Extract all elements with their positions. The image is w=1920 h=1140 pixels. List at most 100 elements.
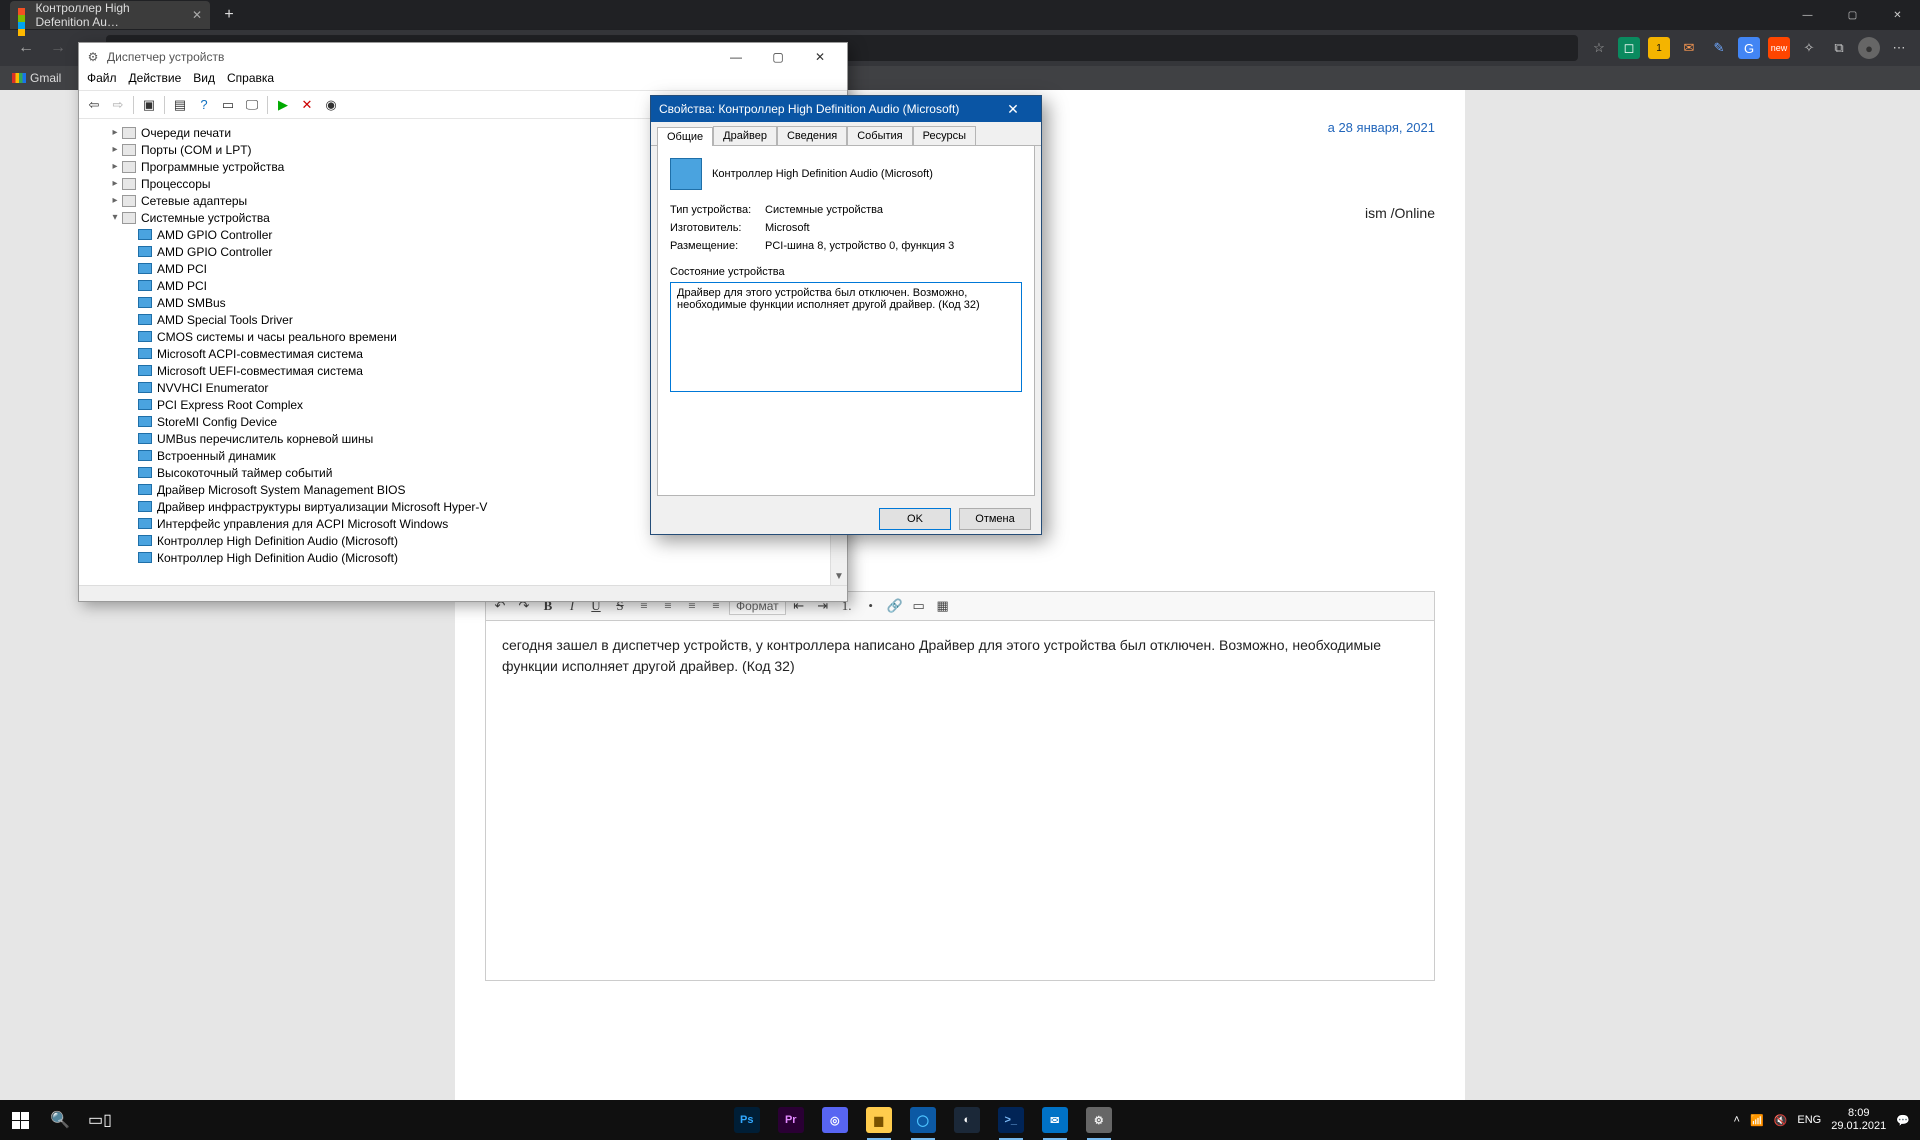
tb-forward-icon[interactable]: ⇨ [107,94,129,116]
dm-close-button[interactable]: ✕ [799,46,841,68]
manufacturer-label: Изготовитель: [670,222,765,234]
menu-help[interactable]: Справка [227,71,274,90]
link-button[interactable]: 🔗 [884,595,906,617]
favorite-star-icon[interactable]: ☆ [1588,37,1610,59]
expander-icon[interactable]: ▸ [109,178,121,189]
mail-icon[interactable]: ✉ [1035,1100,1075,1140]
device-label: Интерфейс управления для ACPI Microsoft … [157,517,448,531]
prop-titlebar[interactable]: Свойства: Контроллер High Definition Aud… [651,96,1041,122]
device-icon [137,415,153,429]
expander-icon[interactable]: ▸ [109,161,121,172]
tb-help-icon[interactable]: ? [193,94,215,116]
table-button[interactable]: ▦ [932,595,954,617]
ext-icon-4[interactable]: ✎ [1708,37,1730,59]
tb-update-icon[interactable]: ◉ [320,94,342,116]
device-icon [137,500,153,514]
device-status-textarea[interactable]: Драйвер для этого устройства был отключе… [670,282,1022,392]
start-button[interactable] [8,1108,32,1132]
device-icon [137,228,153,242]
dm-titlebar[interactable]: ⚙ Диспетчер устройств — ▢ ✕ [79,43,847,71]
cancel-button[interactable]: Отмена [959,508,1031,530]
menu-icon[interactable]: ⋯ [1888,37,1910,59]
browser-close-button[interactable]: ✕ [1875,0,1920,30]
tb-properties-icon[interactable]: ▤ [169,94,191,116]
tb-disable-icon[interactable]: ✕ [296,94,318,116]
unordered-list-button[interactable]: • [860,595,882,617]
device-label: Высокоточный таймер событий [157,466,332,480]
devmgr-icon[interactable]: ⚙ [1079,1100,1119,1140]
tree-device[interactable]: Контроллер High Definition Audio (Micros… [79,549,847,566]
expander-icon[interactable]: ▸ [109,195,121,206]
collections-icon[interactable]: ⧉ [1828,37,1850,59]
tb-show-hide-icon[interactable]: ▣ [138,94,160,116]
notifications-icon[interactable]: 💬 [1896,1114,1910,1127]
menu-view[interactable]: Вид [193,71,215,90]
browser-tab[interactable]: Контроллер High Defenition Au… ✕ [10,1,210,29]
explorer-icon[interactable]: ▆ [859,1100,899,1140]
tab-close-icon[interactable]: ✕ [192,8,202,22]
device-label: AMD Special Tools Driver [157,313,293,327]
editor-textarea[interactable]: сегодня зашел в диспетчер устройств, у к… [485,621,1435,981]
tab-details[interactable]: Сведения [777,126,847,145]
forward-button[interactable]: → [42,34,74,62]
favorites-icon[interactable]: ✧ [1798,37,1820,59]
browser-minimize-button[interactable]: — [1785,0,1830,30]
device-label: AMD GPIO Controller [157,245,272,259]
image-button[interactable]: ▭ [908,595,930,617]
wifi-icon[interactable]: 📶 [1750,1114,1764,1127]
volume-icon[interactable]: 🔇 [1774,1114,1788,1127]
language-indicator[interactable]: ENG [1797,1114,1821,1126]
task-view-button[interactable]: ▭▯ [88,1108,112,1132]
tb-enable-icon[interactable]: ▶ [272,94,294,116]
tab-driver[interactable]: Драйвер [713,126,777,145]
tab-general[interactable]: Общие [657,127,713,146]
device-icon [137,279,153,293]
new-tab-button[interactable]: + [216,2,242,28]
device-icon [137,347,153,361]
expander-icon[interactable]: ▸ [109,144,121,155]
device-icon [137,262,153,276]
edge-icon[interactable]: ◯ [903,1100,943,1140]
toolbar-separator [267,96,268,114]
tab-events[interactable]: События [847,126,912,145]
tray-expand-icon[interactable]: ˄ [1734,1114,1740,1126]
scroll-down-icon[interactable]: ▼ [831,568,847,585]
properties-dialog: Свойства: Контроллер High Definition Aud… [650,95,1042,535]
ext-icon-2[interactable]: 1 [1648,37,1670,59]
ext-icon-3[interactable]: ✉ [1678,37,1700,59]
dm-maximize-button[interactable]: ▢ [757,46,799,68]
ext-icon-6[interactable]: new [1768,37,1790,59]
tb-back-icon[interactable]: ⇦ [83,94,105,116]
tab-resources[interactable]: Ресурсы [913,126,976,145]
device-label: AMD PCI [157,262,207,276]
system-tray: ˄ 📶 🔇 ENG 8:09 29.01.2021 💬 [1734,1107,1920,1133]
device-label: Драйвер инфраструктуры виртуализации Mic… [157,500,487,514]
tb-monitor-icon[interactable]: 🖵 [241,94,263,116]
browser-maximize-button[interactable]: ▢ [1830,0,1875,30]
device-icon [137,534,153,548]
ext-icon-5[interactable]: G [1738,37,1760,59]
clock[interactable]: 8:09 29.01.2021 [1831,1107,1886,1133]
device-label: Microsoft ACPI-совместимая система [157,347,363,361]
expander-icon[interactable]: ▸ [109,127,121,138]
powershell-icon[interactable]: >_ [991,1100,1031,1140]
prop-close-button[interactable]: ✕ [993,96,1033,122]
menu-file[interactable]: Файл [87,71,117,90]
location-label: Размещение: [670,240,765,252]
menu-action[interactable]: Действие [129,71,182,90]
discord-icon[interactable]: ◎ [815,1100,855,1140]
expander-icon[interactable]: ▾ [109,212,121,223]
search-button[interactable]: 🔍 [48,1108,72,1132]
profile-icon[interactable]: ● [1858,37,1880,59]
back-button[interactable]: ← [10,34,42,62]
ext-icon-1[interactable]: ◻ [1618,37,1640,59]
steam-icon[interactable]: ◐ [947,1100,987,1140]
photoshop-icon[interactable]: Ps [727,1100,767,1140]
status-group-label: Состояние устройства [670,266,1022,278]
dm-minimize-button[interactable]: — [715,46,757,68]
tb-scan-icon[interactable]: ▭ [217,94,239,116]
ok-button[interactable]: OK [879,508,951,530]
bookmark-gmail[interactable]: Gmail [12,71,61,85]
device-icon [137,517,153,531]
premiere-icon[interactable]: Pr [771,1100,811,1140]
